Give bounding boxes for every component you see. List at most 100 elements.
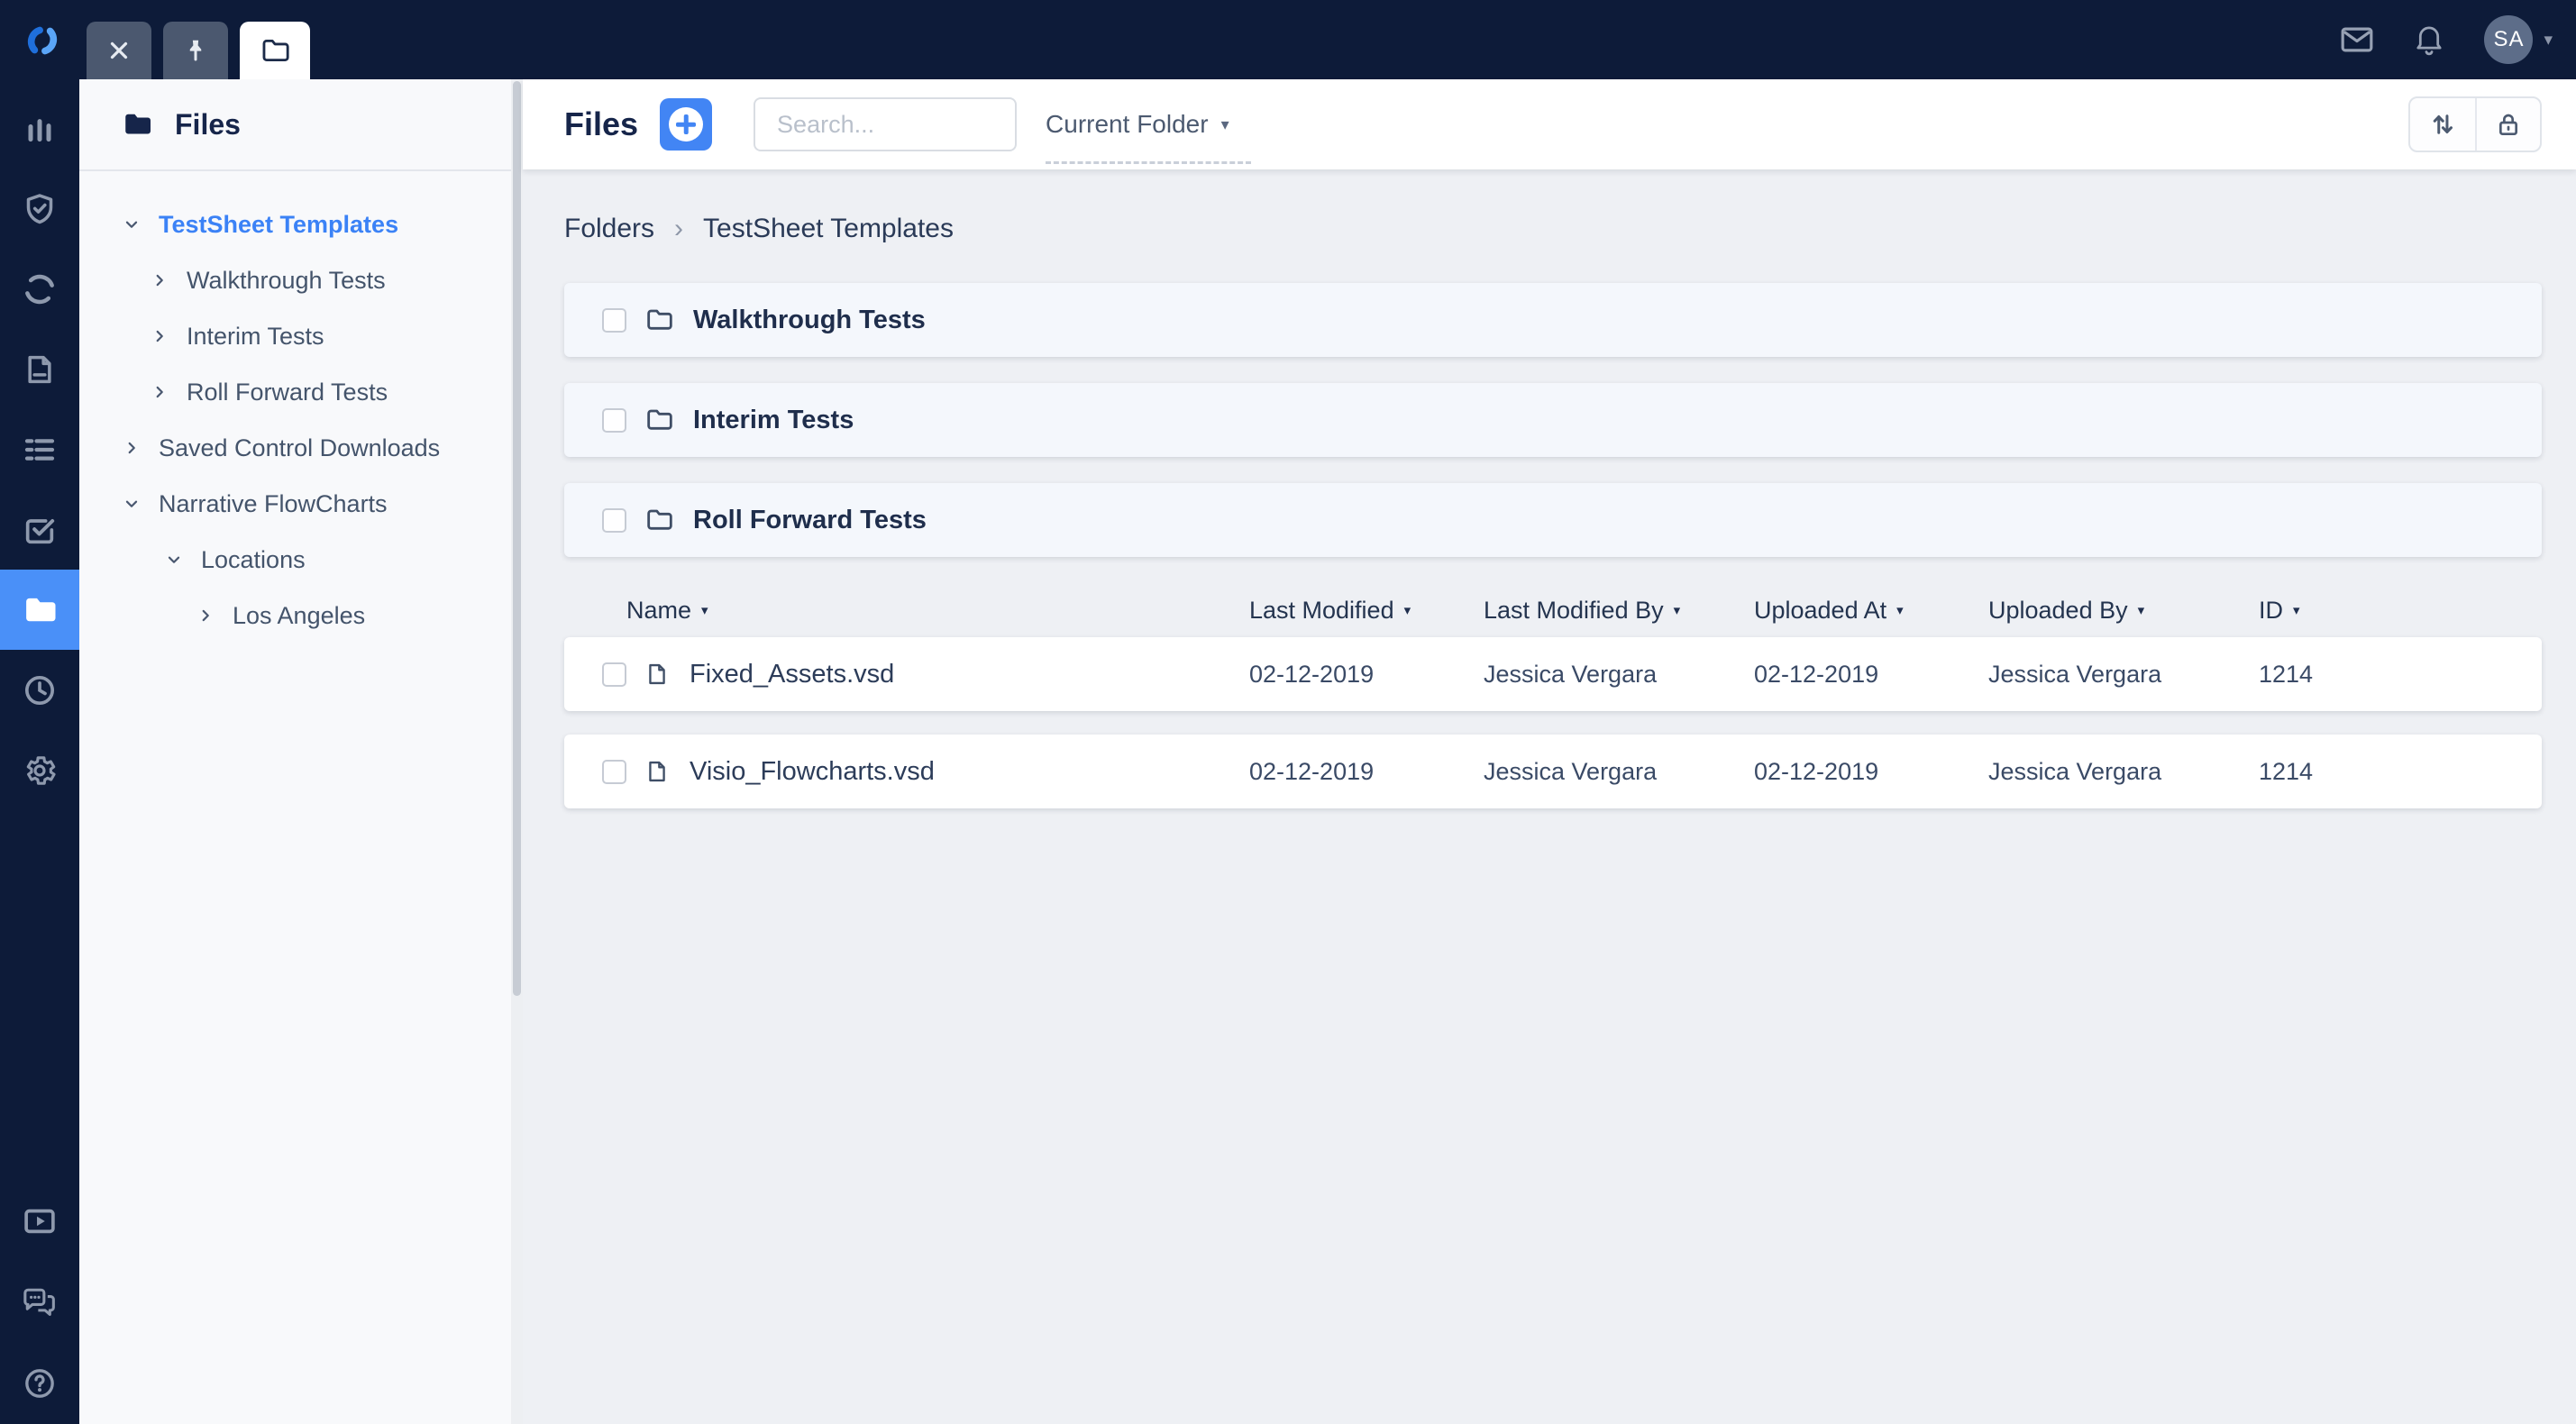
file-row-visio-flowcharts[interactable]: Visio_Flowcharts.vsd 02-12-2019 Jessica …: [564, 735, 2542, 808]
tree-item-saved-control-downloads[interactable]: Saved Control Downloads: [79, 420, 523, 476]
video-icon: [21, 1202, 59, 1240]
tree-item-testsheet-templates[interactable]: TestSheet Templates: [79, 196, 523, 252]
checkbox[interactable]: [602, 760, 626, 784]
tree-item-narrative-flowcharts[interactable]: Narrative FlowCharts: [79, 476, 523, 532]
file-icon: [644, 661, 670, 688]
chevron-down-icon[interactable]: [120, 213, 143, 236]
chevron-down-icon[interactable]: [162, 548, 186, 571]
user-menu[interactable]: SA ▾: [2484, 15, 2553, 64]
checkbox[interactable]: [602, 508, 626, 533]
column-header-uploaded-at[interactable]: Uploaded At▾: [1754, 597, 1988, 625]
column-header-last-modified[interactable]: Last Modified▾: [1249, 597, 1484, 625]
tab-strip: [87, 22, 310, 79]
tab-files[interactable]: [240, 22, 310, 79]
left-nav-rail: [0, 79, 79, 1424]
nav-video-tutorials[interactable]: [0, 1181, 79, 1262]
document-icon: [22, 351, 58, 388]
lock-button[interactable]: [2475, 98, 2540, 151]
tree-item-los-angeles[interactable]: Los Angeles: [79, 588, 523, 644]
sort-button[interactable]: [2410, 98, 2475, 151]
nav-dashboards[interactable]: [0, 88, 79, 169]
nav-sync[interactable]: [0, 249, 79, 329]
lock-icon: [2494, 110, 2523, 139]
nav-files[interactable]: [0, 570, 79, 650]
gear-icon: [22, 753, 58, 789]
tab-close[interactable]: [87, 22, 151, 79]
tree-item-roll-forward-tests[interactable]: Roll Forward Tests: [79, 364, 523, 420]
cell-last-modified: 02-12-2019: [1249, 758, 1484, 786]
folder-link[interactable]: Walkthrough Tests: [693, 306, 926, 335]
folder-link[interactable]: Roll Forward Tests: [693, 506, 927, 535]
sort-caret-icon: ▾: [2293, 602, 2300, 618]
plus-icon: [669, 107, 703, 141]
main-header: Files Current Folder ▾: [523, 79, 2576, 169]
tree-scrollbar-thumb[interactable]: [513, 81, 521, 996]
nav-history[interactable]: [0, 650, 79, 730]
chevron-down-icon[interactable]: [120, 492, 143, 516]
cell-last-modified-by: Jessica Vergara: [1484, 661, 1754, 689]
cell-last-modified-by: Jessica Vergara: [1484, 758, 1754, 786]
nav-lists[interactable]: [0, 409, 79, 489]
column-header-last-modified-by[interactable]: Last Modified By▾: [1484, 597, 1754, 625]
file-link[interactable]: Visio_Flowcharts.vsd: [690, 757, 935, 787]
folder-icon: [21, 591, 59, 629]
breadcrumb-separator: ›: [674, 214, 683, 244]
mail-button[interactable]: [2340, 25, 2374, 54]
nav-settings[interactable]: [0, 730, 79, 810]
add-button[interactable]: [660, 98, 712, 151]
check-square-icon: [22, 512, 58, 548]
chevron-right-icon[interactable]: [148, 380, 171, 404]
tab-pinned[interactable]: [163, 22, 228, 79]
folder-icon: [644, 506, 673, 534]
checkbox[interactable]: [602, 662, 626, 687]
file-link[interactable]: Fixed_Assets.vsd: [690, 660, 894, 689]
tree-item-walkthrough-tests[interactable]: Walkthrough Tests: [79, 252, 523, 308]
top-bar: SA ▾: [0, 0, 2576, 79]
nav-help[interactable]: [0, 1343, 79, 1424]
nav-chat[interactable]: [0, 1262, 79, 1343]
chat-icon: [21, 1283, 59, 1321]
chevron-down-icon[interactable]: ▾: [2544, 30, 2553, 50]
notifications-button[interactable]: [2414, 23, 2444, 56]
cell-uploaded-by: Jessica Vergara: [1988, 661, 2259, 689]
chevron-right-icon[interactable]: [148, 269, 171, 292]
folder-row-roll-forward-tests[interactable]: Roll Forward Tests: [564, 483, 2542, 557]
column-header-name[interactable]: Name▾: [564, 597, 1249, 625]
tree-panel-header: Files: [79, 79, 523, 171]
tree-item-locations[interactable]: Locations: [79, 532, 523, 588]
breadcrumb-folders[interactable]: Folders: [564, 214, 654, 244]
chevron-right-icon[interactable]: [120, 436, 143, 460]
search-input[interactable]: [754, 97, 1017, 151]
file-row-fixed-assets[interactable]: Fixed_Assets.vsd 02-12-2019 Jessica Verg…: [564, 637, 2542, 711]
tree-scrollbar-track: [511, 79, 523, 1424]
chevron-down-icon: ▾: [1221, 115, 1229, 134]
breadcrumb: Folders › TestSheet Templates: [564, 211, 2542, 247]
folder-row-walkthrough-tests[interactable]: Walkthrough Tests: [564, 283, 2542, 357]
top-bar-actions: SA ▾: [2340, 0, 2553, 79]
tree-item-interim-tests[interactable]: Interim Tests: [79, 308, 523, 364]
cell-uploaded-at: 02-12-2019: [1754, 758, 1988, 786]
column-header-uploaded-by[interactable]: Uploaded By▾: [1988, 597, 2259, 625]
cell-uploaded-at: 02-12-2019: [1754, 661, 1988, 689]
folder-tree: TestSheet Templates Walkthrough Tests In…: [79, 171, 523, 644]
checkbox[interactable]: [602, 308, 626, 333]
folder-icon: [644, 306, 673, 334]
nav-controls[interactable]: [0, 169, 79, 249]
cell-last-modified: 02-12-2019: [1249, 661, 1484, 689]
avatar[interactable]: SA: [2484, 15, 2533, 64]
folder-scope-dropdown[interactable]: Current Folder ▾: [1046, 110, 1229, 139]
folder-row-interim-tests[interactable]: Interim Tests: [564, 383, 2542, 457]
nav-tasks[interactable]: [0, 489, 79, 570]
chevron-right-icon[interactable]: [194, 604, 217, 627]
sort-caret-icon: ▾: [701, 602, 708, 618]
folder-link[interactable]: Interim Tests: [693, 406, 854, 435]
auditboard-logo-icon: [22, 20, 63, 61]
nav-documents[interactable]: [0, 329, 79, 409]
column-header-id[interactable]: ID▾: [2259, 597, 2542, 625]
list-icon: [21, 431, 59, 469]
folder-filled-icon: [121, 108, 153, 141]
cell-id: 1214: [2259, 758, 2542, 786]
checkbox[interactable]: [602, 408, 626, 433]
pin-icon: [182, 37, 209, 64]
chevron-right-icon[interactable]: [148, 324, 171, 348]
